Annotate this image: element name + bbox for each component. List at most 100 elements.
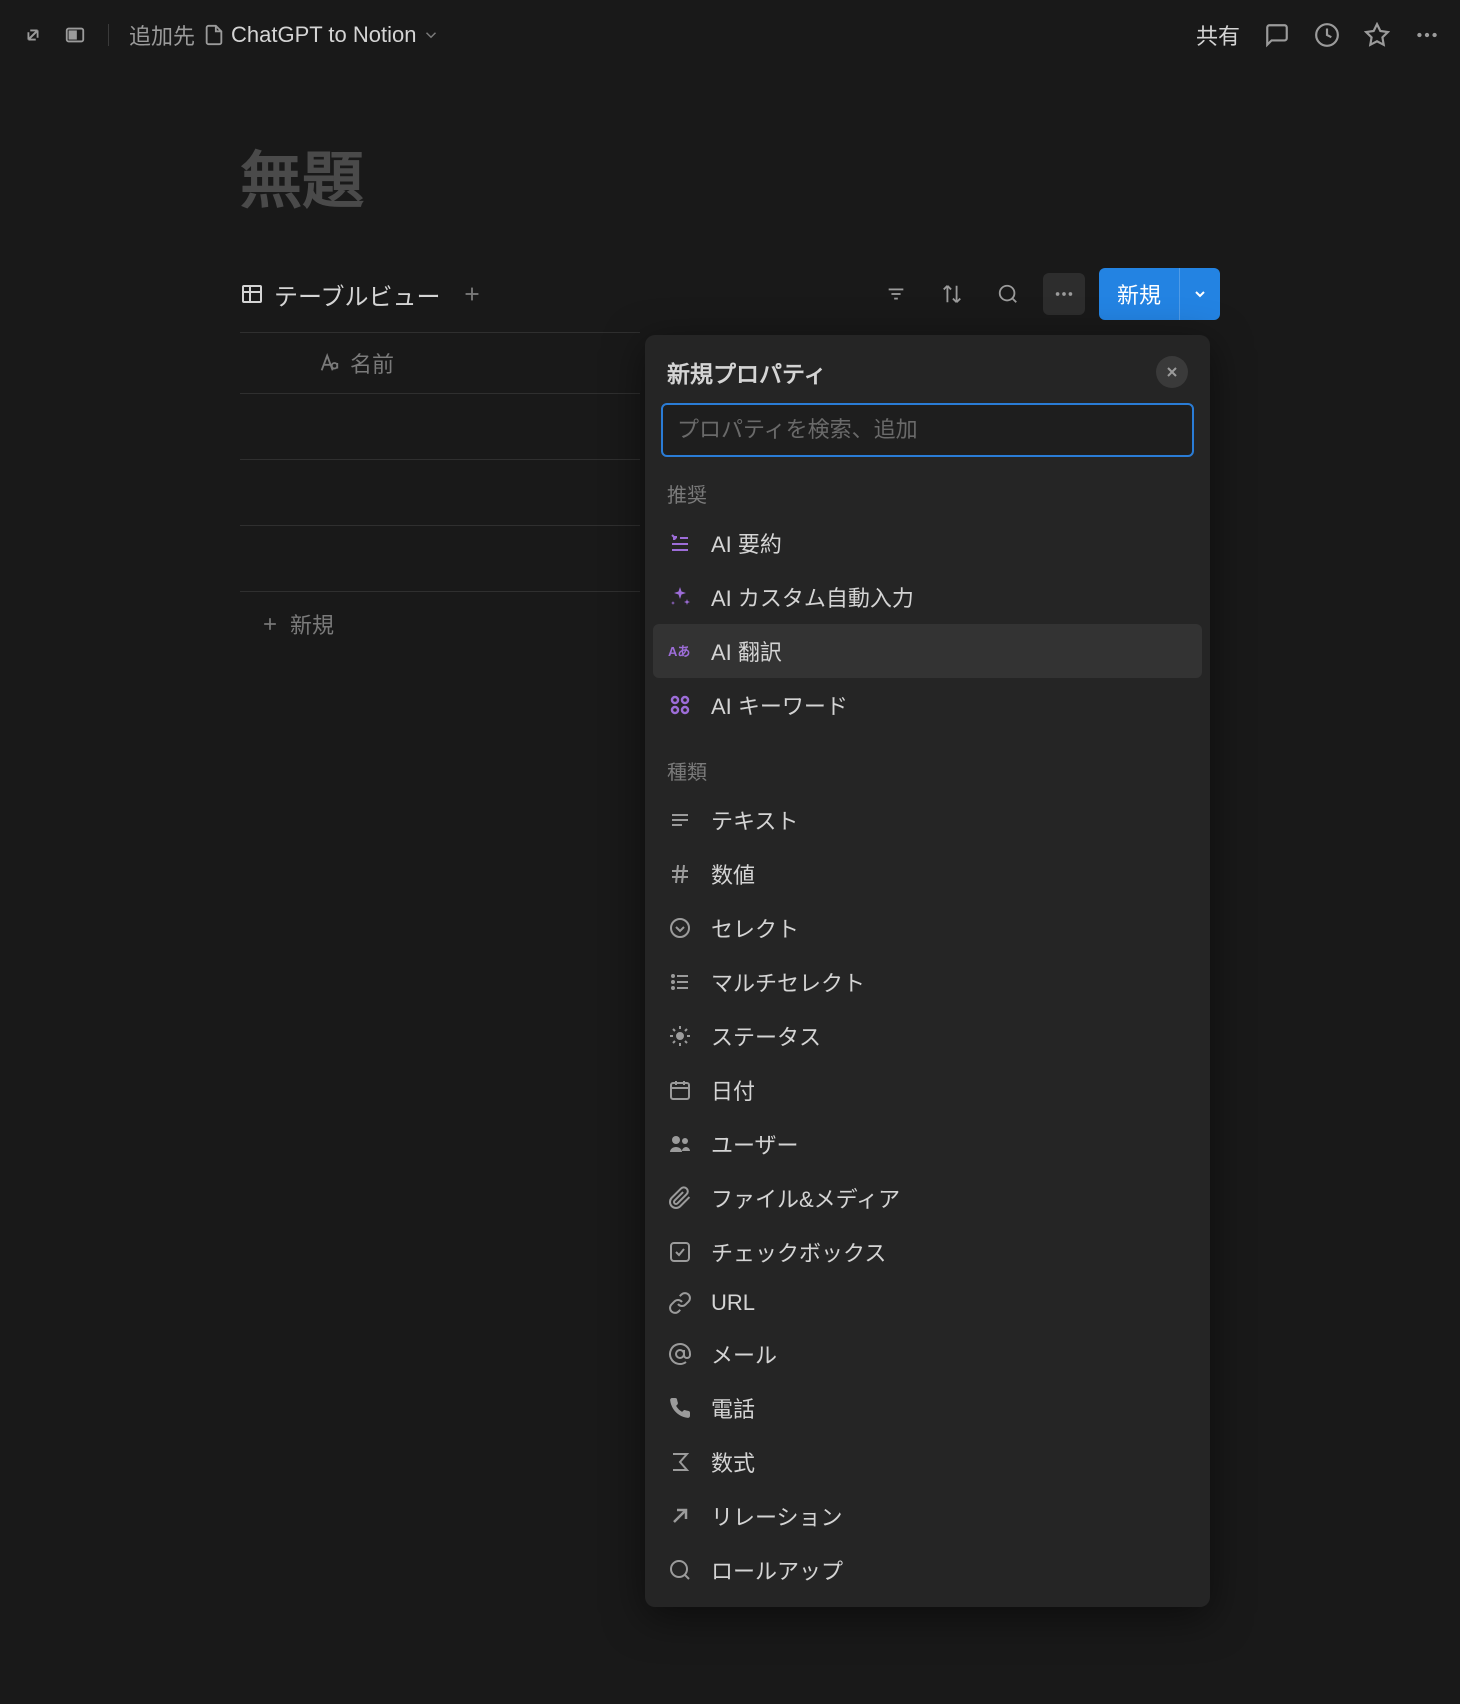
favorite-icon[interactable] xyxy=(1364,22,1390,48)
breadcrumb-page[interactable]: ChatGPT to Notion xyxy=(203,22,440,48)
person-icon xyxy=(667,1131,693,1157)
text-icon xyxy=(318,352,340,374)
topbar-left: 追加先 ChatGPT to Notion xyxy=(20,19,440,51)
property-label: チェックボックス xyxy=(711,1236,886,1268)
property-search-input[interactable] xyxy=(661,403,1194,457)
plus-icon xyxy=(260,614,280,634)
property-label: 電話 xyxy=(711,1392,755,1424)
property-date[interactable]: 日付 xyxy=(653,1063,1202,1117)
share-button[interactable]: 共有 xyxy=(1196,19,1240,51)
phone-icon xyxy=(667,1395,693,1421)
property-relation[interactable]: リレーション xyxy=(653,1489,1202,1543)
paperclip-icon xyxy=(667,1185,693,1211)
date-icon xyxy=(667,1077,693,1103)
view-tab-table[interactable]: テーブルビュー xyxy=(240,277,441,312)
property-ai-autofill[interactable]: AI カスタム自動入力 xyxy=(653,570,1202,624)
history-icon[interactable] xyxy=(1314,22,1340,48)
svg-text:Aあ: Aあ xyxy=(668,644,690,659)
property-label: URL xyxy=(711,1290,755,1316)
more-icon[interactable] xyxy=(1414,22,1440,48)
link-icon xyxy=(667,1290,693,1316)
add-row-button[interactable]: 新規 xyxy=(240,592,640,656)
section-recommended: 推奨 xyxy=(653,471,1202,516)
multiselect-icon xyxy=(667,969,693,995)
property-ai-summary[interactable]: AI 要約 xyxy=(653,516,1202,570)
checkbox-icon xyxy=(667,1239,693,1265)
database-header: テーブルビュー 新規 xyxy=(240,268,1220,332)
property-label: ファイル&メディア xyxy=(711,1182,900,1214)
expand-icon[interactable] xyxy=(20,22,46,48)
property-label: ユーザー xyxy=(711,1128,799,1160)
close-button[interactable] xyxy=(1156,356,1188,388)
property-label: AI カスタム自動入力 xyxy=(711,581,914,613)
breadcrumb-add-to[interactable]: 追加先 xyxy=(129,19,195,51)
property-label: AI 翻訳 xyxy=(711,635,782,667)
property-label: セレクト xyxy=(711,912,799,944)
text-icon xyxy=(667,807,693,833)
table-column-name: 名前 新規 xyxy=(240,332,640,656)
number-icon xyxy=(667,861,693,887)
property-label: 日付 xyxy=(711,1074,755,1106)
ai-summary-icon xyxy=(667,530,693,556)
sort-icon xyxy=(941,283,963,305)
chevron-down-icon xyxy=(422,26,440,44)
add-view-button[interactable] xyxy=(457,279,487,309)
sort-button[interactable] xyxy=(931,273,973,315)
chevron-down-icon xyxy=(1192,286,1208,302)
breadcrumb-page-title: ChatGPT to Notion xyxy=(231,22,416,48)
property-label: メール xyxy=(711,1338,777,1370)
property-label: AI キーワード xyxy=(711,689,848,721)
property-label: 数式 xyxy=(711,1446,755,1478)
ai-keywords-icon xyxy=(667,692,693,718)
property-label: マルチセレクト xyxy=(711,966,865,998)
column-header-name[interactable]: 名前 xyxy=(240,333,640,394)
table-icon xyxy=(240,282,264,306)
property-label: AI 要約 xyxy=(711,527,782,559)
comments-icon[interactable] xyxy=(1264,22,1290,48)
property-ai-keywords[interactable]: AI キーワード xyxy=(653,678,1202,732)
rollup-icon xyxy=(667,1557,693,1583)
popover-header: 新規プロパティ xyxy=(653,345,1202,403)
property-email[interactable]: メール xyxy=(653,1327,1202,1381)
table-row[interactable] xyxy=(240,394,640,460)
property-phone[interactable]: 電話 xyxy=(653,1381,1202,1435)
property-ai-translate[interactable]: Aあ AI 翻訳 xyxy=(653,624,1202,678)
property-label: テキスト xyxy=(711,804,798,836)
property-status[interactable]: ステータス xyxy=(653,1009,1202,1063)
plus-icon xyxy=(461,283,483,305)
page-title[interactable]: 無題 xyxy=(240,130,1220,220)
search-button[interactable] xyxy=(987,273,1029,315)
property-label: ロールアップ xyxy=(711,1554,843,1586)
relation-icon xyxy=(667,1503,693,1529)
divider xyxy=(108,24,109,46)
at-icon xyxy=(667,1341,693,1367)
popover-title: 新規プロパティ xyxy=(667,355,827,389)
property-label: 数値 xyxy=(711,858,755,890)
property-url[interactable]: URL xyxy=(653,1279,1202,1327)
column-name-label: 名前 xyxy=(350,347,394,379)
peek-mode-icon[interactable] xyxy=(62,22,88,48)
property-formula[interactable]: 数式 xyxy=(653,1435,1202,1489)
table-row[interactable] xyxy=(240,526,640,592)
ai-sparkle-icon xyxy=(667,584,693,610)
search-icon xyxy=(997,283,1019,305)
property-files[interactable]: ファイル&メディア xyxy=(653,1171,1202,1225)
database-actions: 新規 xyxy=(875,268,1220,320)
new-button[interactable]: 新規 xyxy=(1099,268,1179,320)
property-person[interactable]: ユーザー xyxy=(653,1117,1202,1171)
topbar-right: 共有 xyxy=(1196,19,1440,51)
new-dropdown-button[interactable] xyxy=(1179,268,1220,320)
property-label: ステータス xyxy=(711,1020,821,1052)
property-multiselect[interactable]: マルチセレクト xyxy=(653,955,1202,1009)
property-select[interactable]: セレクト xyxy=(653,901,1202,955)
property-number[interactable]: 数値 xyxy=(653,847,1202,901)
property-text[interactable]: テキスト xyxy=(653,793,1202,847)
page-icon xyxy=(203,24,225,46)
property-rollup[interactable]: ロールアップ xyxy=(653,1543,1202,1597)
table-row[interactable] xyxy=(240,460,640,526)
close-icon xyxy=(1164,364,1180,380)
property-checkbox[interactable]: チェックボックス xyxy=(653,1225,1202,1279)
view-tab-label: テーブルビュー xyxy=(274,277,441,312)
filter-button[interactable] xyxy=(875,273,917,315)
db-more-button[interactable] xyxy=(1043,273,1085,315)
